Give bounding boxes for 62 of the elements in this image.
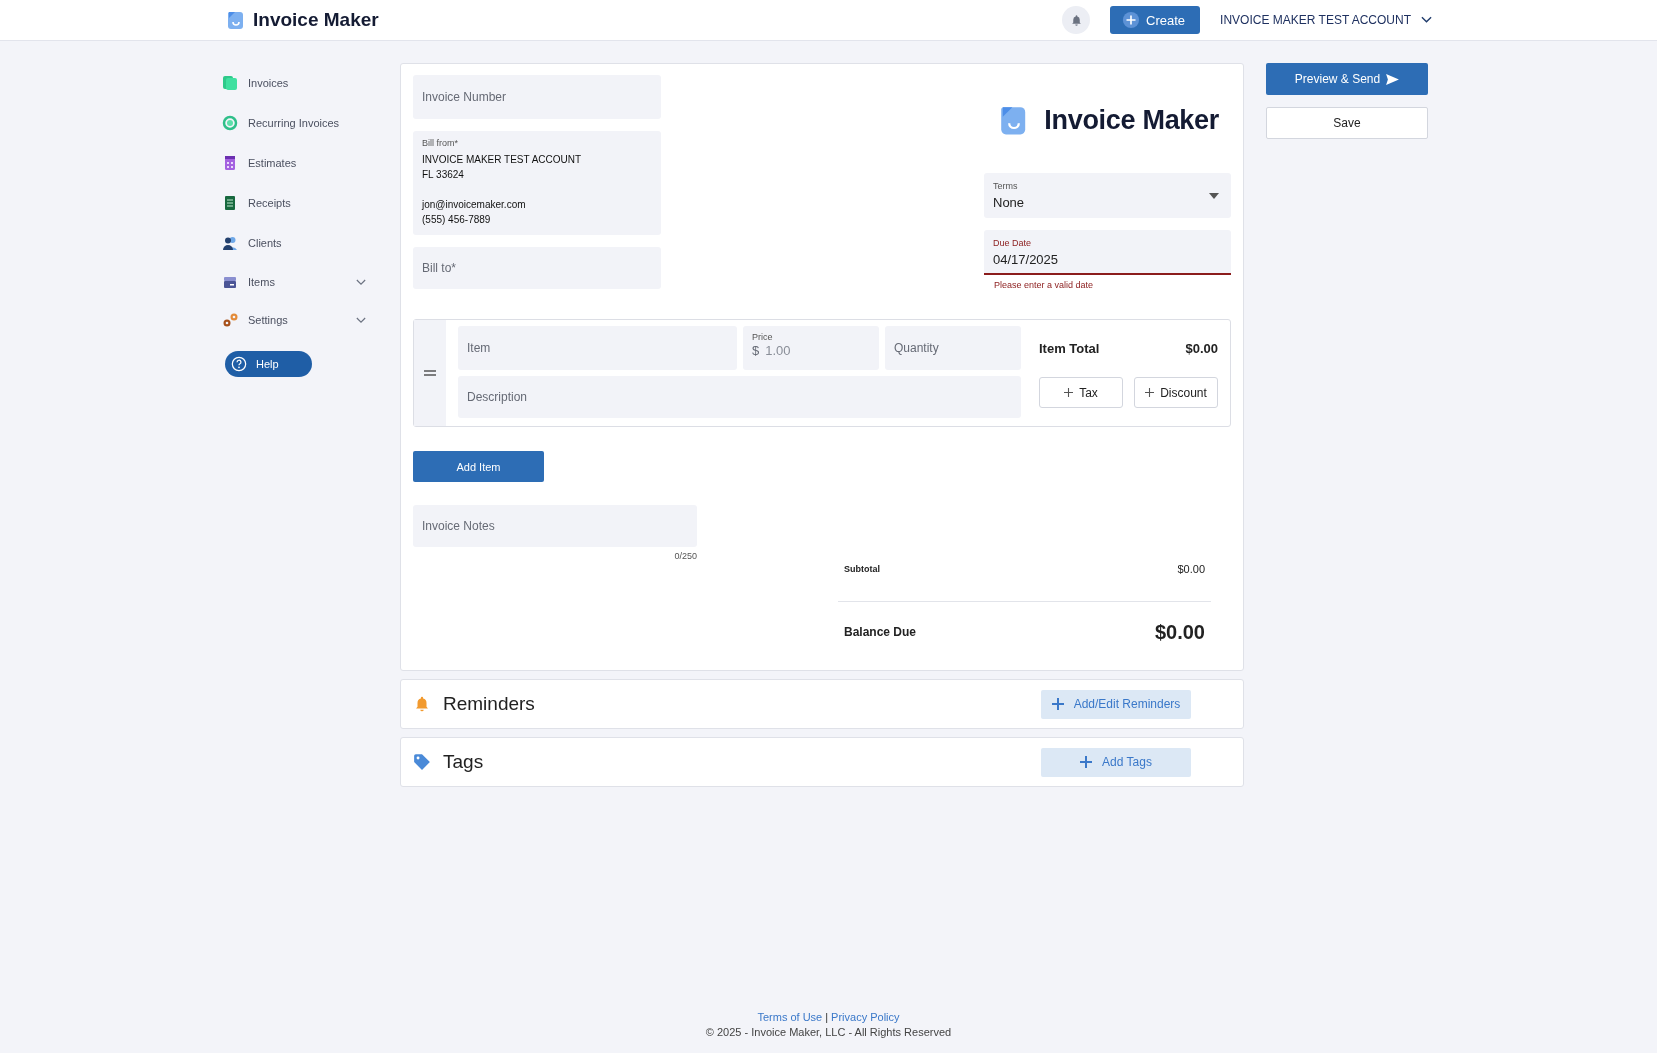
subtotal-label: Subtotal <box>844 564 880 574</box>
character-counter: 0/250 <box>674 551 697 561</box>
section-title: Tags <box>443 751 485 773</box>
help-button[interactable]: Help <box>225 351 312 377</box>
balance-due-value: $0.00 <box>1154 620 1205 644</box>
section-title: Reminders <box>443 693 536 715</box>
section-add-button[interactable]: Add Tags <box>1041 747 1191 777</box>
notifications-button[interactable] <box>1062 6 1091 34</box>
chevron-down-icon <box>1421 16 1432 24</box>
sidebar-item[interactable]: Invoices <box>222 63 372 103</box>
company-logo-text: Invoice Maker <box>1044 104 1219 136</box>
add-tax-button[interactable]: Tax <box>1039 377 1123 408</box>
item-total-value: $0.00 <box>1185 340 1218 356</box>
subtotal-value: $0.00 <box>1177 563 1205 575</box>
sidebar-item[interactable]: Estimates <box>222 143 372 183</box>
balance-due-label: Balance Due <box>844 625 917 639</box>
bell-icon <box>413 695 431 713</box>
item-field[interactable]: Item <box>458 326 737 370</box>
description-field[interactable]: Description <box>458 376 1021 418</box>
account-menu[interactable]: INVOICE MAKER TEST ACCOUNT <box>1220 13 1432 27</box>
app-name[interactable]: Invoice Maker <box>253 9 379 31</box>
plus-icon <box>1122 11 1141 29</box>
bill-to-field[interactable]: Bill to* <box>413 247 661 289</box>
tag-icon <box>413 753 431 771</box>
drag-handle-icon <box>424 370 436 376</box>
drag-handle[interactable] <box>414 320 446 426</box>
preview-send-button[interactable]: Preview & Send <box>1266 63 1428 95</box>
sidebar-item[interactable]: Settings <box>222 301 372 339</box>
plus-icon <box>1051 698 1064 710</box>
gears-icon <box>222 312 240 328</box>
separator-text: | <box>825 1011 829 1023</box>
bill-from-field[interactable]: Bill from* INVOICE MAKER TEST ACCOUNT FL 33624 jon@invoicemaker.com (555) 456-7889 <box>413 131 661 235</box>
add-item-button[interactable]: Add Item <box>413 451 544 482</box>
sidebar-item[interactable]: Items <box>222 263 372 301</box>
sidebar-item[interactable]: Receipts <box>222 183 372 223</box>
copyright-text: © 2025 - Invoice Maker, LLC - All Rights Reserved <box>705 1026 952 1038</box>
footer-link[interactable]: Privacy Policy <box>831 1011 900 1023</box>
sidebar-item[interactable]: Clients <box>222 223 372 263</box>
section-add-button[interactable]: Add/Edit Reminders <box>1041 689 1191 719</box>
help-icon <box>231 356 247 372</box>
people-icon <box>222 235 240 251</box>
save-button[interactable]: Save <box>1266 107 1428 139</box>
logo-icon <box>226 10 246 30</box>
invoice-icon <box>222 75 240 91</box>
terms-dropdown[interactable]: Terms None <box>984 173 1231 218</box>
sidebar-item[interactable]: Recurring Invoices <box>222 103 372 143</box>
item-total-label: Item Total <box>1039 340 1100 356</box>
send-icon <box>1386 73 1400 85</box>
plus-icon <box>1064 388 1074 397</box>
bell-icon <box>1069 13 1083 27</box>
invoice-number-field[interactable]: Invoice Number <box>413 75 661 119</box>
create-button[interactable]: Create <box>1110 6 1201 34</box>
error-message: Please enter a valid date <box>994 280 1095 290</box>
due-date-field[interactable]: Due Date 04/17/2025 <box>984 230 1231 275</box>
add-discount-button[interactable]: Discount <box>1134 377 1218 408</box>
footer-link[interactable]: Terms of Use <box>757 1011 823 1023</box>
plus-icon <box>1080 756 1093 768</box>
invoice-notes-field[interactable]: Invoice Notes <box>413 505 697 547</box>
dropdown-arrow-icon <box>1209 193 1219 199</box>
quantity-field[interactable]: Quantity <box>885 326 1021 370</box>
price-field[interactable]: Price $ 1.00 <box>743 326 879 370</box>
plus-icon <box>1145 388 1155 397</box>
